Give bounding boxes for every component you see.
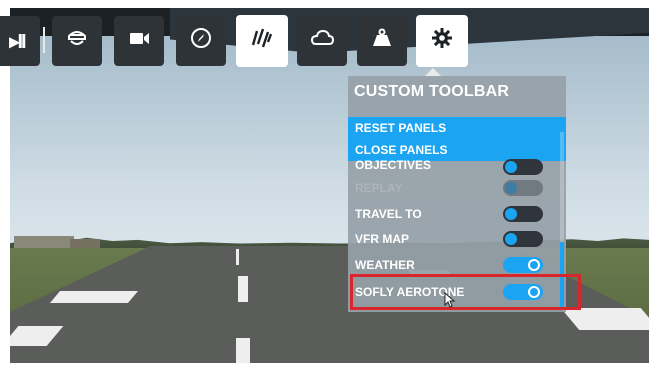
weather-toggle[interactable] [503,257,543,273]
runway-marking [236,249,239,265]
row-label: WEATHER [355,258,415,272]
pause-button[interactable]: ▸II [0,16,40,66]
runway-marking [238,276,248,302]
toggle-row-vfr-map[interactable]: VFR MAP [348,228,558,250]
toggle-knob [528,259,540,271]
row-label: REPLAY [355,181,403,195]
toggle-knob [505,208,517,220]
navlog-button[interactable] [176,16,226,66]
replay-toggle [503,180,543,196]
camera-button[interactable] [114,16,164,66]
reset-panels-button[interactable]: RESET PANELS [348,117,566,139]
weight-icon [369,25,395,57]
objectives-toggle[interactable] [503,159,543,175]
row-label: TRAVEL TO [355,207,422,221]
video-camera-icon [126,25,152,57]
toggle-knob [505,182,517,194]
settings-button[interactable] [416,15,468,67]
runway-marking [49,291,139,303]
weight-button[interactable] [357,16,407,66]
travel-to-toggle[interactable] [503,206,543,222]
atc-button[interactable] [236,15,288,67]
row-label: VFR MAP [355,232,409,246]
atc-waves-icon [249,25,275,57]
toolbar-divider [43,27,45,53]
toggle-row-weather[interactable]: WEATHER [348,254,558,276]
toggle-row-replay: REPLAY [348,177,558,199]
pilot-cap-icon [64,25,90,57]
cloud-icon [309,25,335,57]
pilot-button[interactable] [52,16,102,66]
highlight-box [350,274,581,310]
compass-icon [188,25,214,57]
toggle-row-travel-to[interactable]: TRAVEL TO [348,203,558,225]
vfr-map-toggle[interactable] [503,231,543,247]
weather-button[interactable] [297,16,347,66]
runway-marking [236,338,250,363]
mouse-cursor-icon [444,292,456,308]
toggle-knob [505,233,517,245]
pause-icon: ▸II [9,30,26,53]
panel-title: CUSTOM TOOLBAR [354,83,510,100]
toggle-knob [505,161,517,173]
gear-icon [429,25,455,57]
close-panels-label: CLOSE PANELS [355,143,448,157]
